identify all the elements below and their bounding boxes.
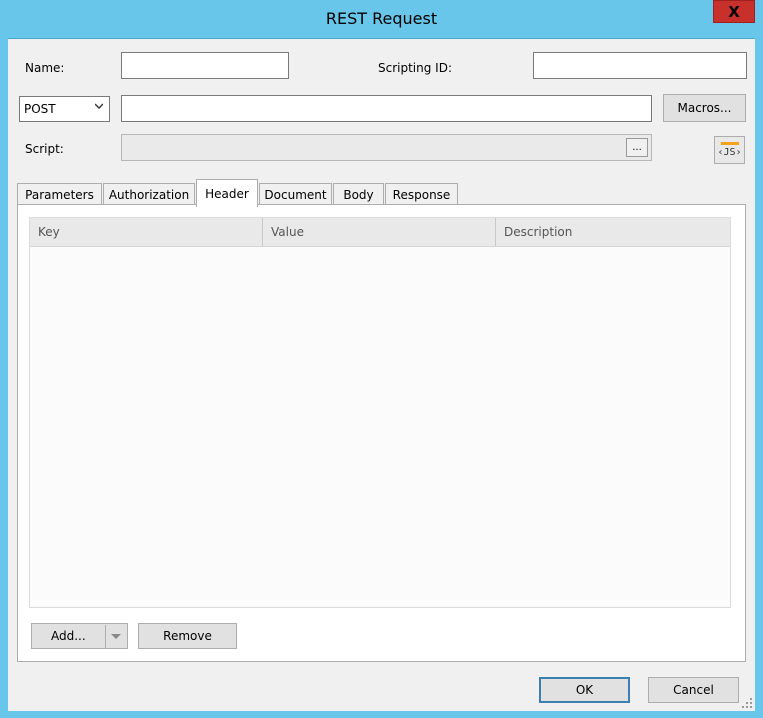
- header-tab-panel: Key Value Description Add... Remove: [17, 204, 746, 662]
- title-bar: REST Request X: [0, 0, 763, 38]
- scripting-id-label: Scripting ID:: [378, 61, 452, 75]
- js-icon: ‹JS›: [717, 147, 742, 158]
- column-header-description[interactable]: Description: [496, 218, 730, 246]
- add-button[interactable]: Add...: [31, 623, 128, 649]
- method-select[interactable]: POST: [19, 96, 110, 122]
- tab-parameters[interactable]: Parameters: [17, 183, 102, 205]
- column-header-value[interactable]: Value: [263, 218, 496, 246]
- tab-body[interactable]: Body: [333, 183, 384, 205]
- tab-response[interactable]: Response: [385, 183, 458, 205]
- cancel-button[interactable]: Cancel: [648, 677, 739, 703]
- grid-header-row: Key Value Description: [30, 218, 730, 247]
- scripting-id-input[interactable]: [533, 52, 747, 79]
- add-button-label: Add...: [51, 629, 86, 643]
- js-icon-accent: [720, 142, 739, 145]
- tab-document[interactable]: Document: [259, 183, 332, 205]
- macros-button[interactable]: Macros...: [663, 94, 746, 122]
- script-label: Script:: [25, 142, 64, 156]
- dropdown-triangle-icon: [111, 634, 121, 639]
- window-title: REST Request: [325, 9, 438, 28]
- tab-header[interactable]: Header: [196, 179, 258, 207]
- tab-authorization[interactable]: Authorization: [103, 183, 195, 205]
- script-input: [121, 134, 652, 161]
- column-header-key[interactable]: Key: [30, 218, 263, 246]
- header-grid[interactable]: Key Value Description: [29, 217, 731, 608]
- add-dropdown-arrow[interactable]: [105, 625, 126, 648]
- resize-grip-icon[interactable]: [741, 697, 753, 709]
- close-button[interactable]: X: [713, 0, 755, 23]
- method-value: POST: [24, 102, 56, 116]
- script-browse-button[interactable]: ...: [626, 138, 648, 157]
- close-icon: X: [728, 2, 740, 21]
- name-label: Name:: [25, 61, 65, 75]
- name-input[interactable]: [121, 52, 289, 79]
- javascript-editor-button[interactable]: ‹JS›: [714, 136, 745, 164]
- url-input[interactable]: [121, 95, 652, 122]
- remove-button[interactable]: Remove: [138, 623, 237, 649]
- chevron-down-icon: [95, 103, 103, 109]
- ok-button[interactable]: OK: [539, 677, 630, 703]
- dialog-body: Name: Scripting ID: POST Macros... Scrip…: [8, 38, 755, 711]
